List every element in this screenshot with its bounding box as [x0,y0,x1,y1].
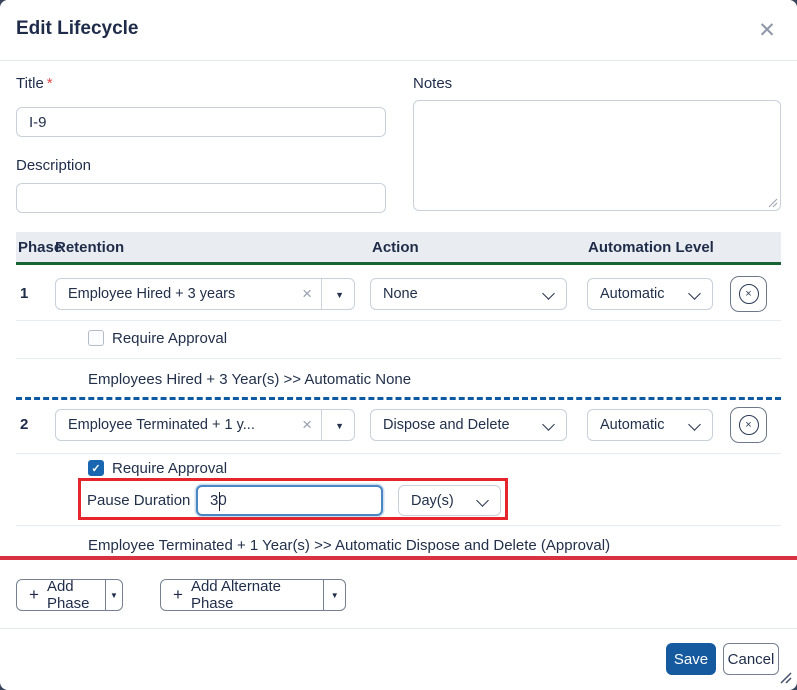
description-label: Description [16,157,91,174]
chevron-down-icon [542,418,555,431]
description-input[interactable] [16,183,386,213]
dialog-title: Edit Lifecycle [16,18,139,40]
annotation-highlight: Pause Duration 30 Day(s) [78,478,508,520]
phase-number: 1 [20,285,28,302]
add-alternate-phase-menu-button[interactable]: ▼ [323,580,345,610]
remove-phase-icon: × [739,415,759,435]
retention-combobox-phase1[interactable]: Employee Hired + 3 years × ▼ [55,278,355,310]
require-approval-checkbox-phase1[interactable] [88,330,104,346]
column-header-automation: Automation Level [588,239,714,256]
phase-number: 2 [20,416,28,433]
cancel-button[interactable]: Cancel [723,643,779,675]
clear-icon[interactable]: × [302,416,312,434]
action-select-phase1[interactable]: None [370,278,567,310]
edit-lifecycle-dialog: Edit Lifecycle ✕ Title* Notes Descriptio… [0,0,797,690]
add-phase-button[interactable]: + Add Phase ▼ [16,579,123,611]
action-select-phase2[interactable]: Dispose and Delete [370,409,567,441]
add-alternate-phase-button[interactable]: + Add Alternate Phase ▼ [160,579,346,611]
text-cursor [219,492,220,511]
chevron-down-icon [476,494,489,507]
require-approval-checkbox-phase2[interactable]: ✓ [88,460,104,476]
notes-label: Notes [413,75,452,92]
phases-table: Phase Retention Action Automation Level … [16,232,781,556]
add-phase-label: Add Phase [47,578,93,612]
title-input[interactable] [16,107,386,137]
title-label: Title* [16,75,53,92]
phase2-summary: Employee Terminated + 1 Year(s) >> Autom… [88,537,610,554]
close-icon: ✕ [758,18,776,43]
pause-duration-label: Pause Duration [87,492,190,509]
plus-icon: + [173,585,183,605]
pause-unit-select[interactable]: Day(s) [398,485,501,516]
pause-duration-input[interactable]: 30 [196,485,383,516]
row-divider [16,453,781,454]
plus-icon: + [29,585,39,605]
table-bottom-border [0,556,797,560]
require-approval-label: Require Approval [112,330,227,347]
save-button[interactable]: Save [666,643,716,675]
check-icon: ✓ [91,462,100,475]
row-divider [16,320,781,321]
dialog-header: Edit Lifecycle ✕ [0,0,797,61]
automation-select-phase2[interactable]: Automatic [587,409,713,441]
clear-icon[interactable]: × [302,285,312,303]
resize-handle-icon[interactable] [779,671,792,684]
chevron-down-icon [688,287,701,300]
row-divider [16,358,781,359]
add-phase-menu-button[interactable]: ▼ [105,580,122,610]
combo-divider [321,279,322,309]
alternate-phase-divider [16,397,781,400]
remove-phase2-button[interactable]: × [730,407,767,443]
column-header-retention: Retention [55,239,124,256]
chevron-down-icon [688,418,701,431]
retention-combobox-phase2[interactable]: Employee Terminated + 1 y... × ▼ [55,409,355,441]
dropdown-caret-icon[interactable]: ▼ [335,290,344,300]
dropdown-caret-icon[interactable]: ▼ [335,421,344,431]
add-alternate-phase-label: Add Alternate Phase [191,578,311,612]
column-header-action: Action [372,239,419,256]
notes-textarea[interactable] [413,100,781,211]
chevron-down-icon [542,287,555,300]
required-asterisk: * [47,75,53,92]
combo-divider [321,410,322,440]
dropdown-caret-icon: ▼ [110,591,118,600]
remove-phase-icon: × [739,284,759,304]
remove-phase1-button[interactable]: × [730,276,767,312]
phase1-summary: Employees Hired + 3 Year(s) >> Automatic… [88,371,411,388]
require-approval-label: Require Approval [112,460,227,477]
footer-divider [0,628,797,629]
table-header-row: Phase Retention Action Automation Level [16,232,781,265]
row-divider [16,525,781,526]
close-button[interactable]: ✕ [753,16,781,44]
automation-select-phase1[interactable]: Automatic [587,278,713,310]
dropdown-caret-icon: ▼ [331,591,339,600]
